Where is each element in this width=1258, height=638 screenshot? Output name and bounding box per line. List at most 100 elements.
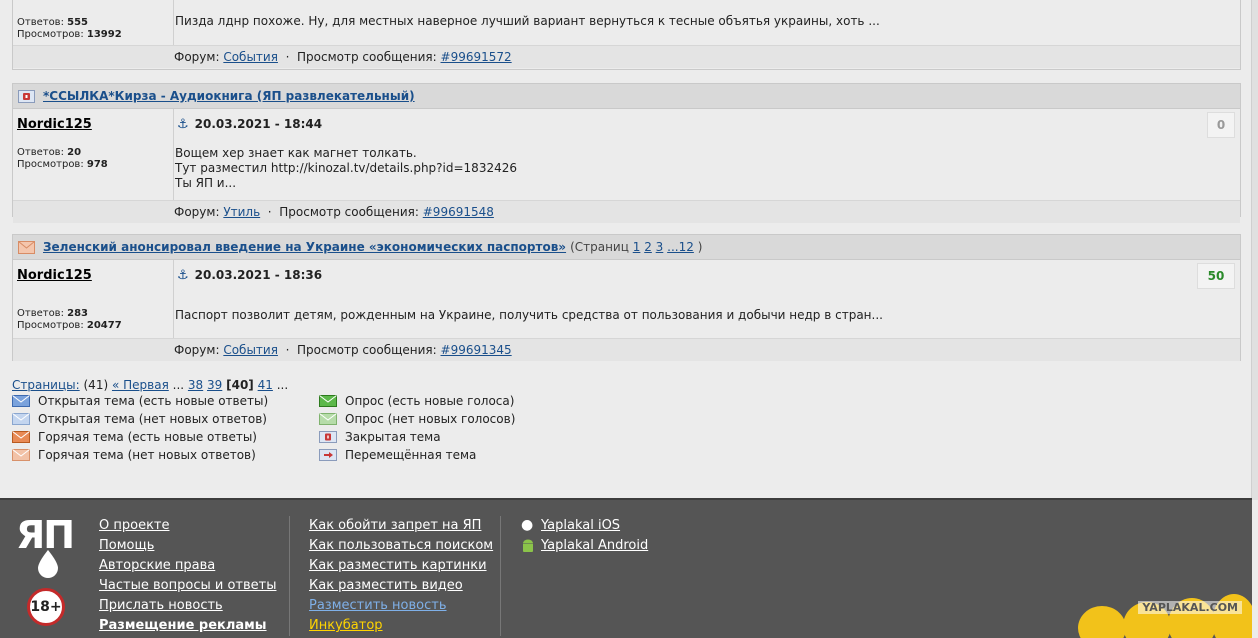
current-page: [40] bbox=[226, 378, 254, 392]
post-body-line: Вощем хер знает как магнет толкать. bbox=[175, 146, 417, 160]
pages-total: (41) bbox=[83, 378, 109, 392]
footer-link-help[interactable]: Помощь bbox=[99, 538, 154, 553]
message-link[interactable]: #99691345 bbox=[441, 343, 512, 357]
footer-link-post-news[interactable]: Разместить новость bbox=[309, 598, 447, 613]
footer-link-about[interactable]: О проекте bbox=[99, 518, 170, 533]
post-body-line: Пизда лднр похоже. Ну, для местных навер… bbox=[175, 14, 880, 28]
footer-link-send-news[interactable]: Прислать новость bbox=[99, 598, 223, 613]
forum-link[interactable]: Утиль bbox=[223, 205, 260, 219]
post-body: Вощем хер знает как магнет толкать. Тут … bbox=[175, 139, 1240, 200]
view-message-label: Просмотр сообщения: bbox=[279, 205, 419, 219]
hot-topic-icon bbox=[18, 240, 35, 254]
legend-item: Открытая тема (нет новых ответов) bbox=[12, 410, 267, 428]
topic-list: Ответов: 555 Просмотров: 13992 Пизда лдн… bbox=[0, 0, 1252, 498]
footer-link-copyright[interactable]: Авторские права bbox=[99, 558, 215, 573]
site-logo[interactable]: ЯП bbox=[16, 516, 82, 578]
page-scrollbar[interactable] bbox=[1251, 0, 1258, 500]
replies-label: Ответов: bbox=[17, 308, 64, 319]
legend-item: Горячая тема (нет новых ответов) bbox=[12, 446, 256, 464]
footer-link-images-help[interactable]: Как разместить картинки bbox=[309, 558, 487, 573]
legend-item: Опрос (нет новых голосов) bbox=[319, 410, 515, 428]
view-message-label: Просмотр сообщения: bbox=[297, 343, 437, 357]
topic-header: *ССЫЛКА*Кирза - Аудиокнига (ЯП развлекат… bbox=[13, 84, 1240, 109]
post-forum-row: Форум: События · Просмотр сообщения: #99… bbox=[13, 338, 1240, 361]
pages-suffix: ) bbox=[697, 240, 703, 254]
legend-item: Опрос (есть новые голоса) bbox=[319, 392, 514, 410]
footer-link-incubator[interactable]: Инкубатор bbox=[309, 618, 383, 633]
topic-page-link[interactable]: 3 bbox=[656, 240, 664, 254]
forum-link[interactable]: События bbox=[223, 343, 278, 357]
topic-page-link[interactable]: ...12 bbox=[667, 240, 694, 254]
apple-icon: ● bbox=[521, 517, 534, 533]
topic-post: Ответов: 555 Просмотров: 13992 Пизда лдн… bbox=[12, 0, 1241, 70]
post-body-line: Тут разместил http://kinozal.tv/details.… bbox=[175, 161, 517, 175]
post-forum-row: Форум: События · Просмотр сообщения: #99… bbox=[13, 45, 1240, 68]
author-link[interactable]: Nordic125 bbox=[17, 117, 92, 132]
post-date: 20.03.2021 - 18:44 bbox=[194, 117, 323, 131]
views-count: 13992 bbox=[86, 29, 122, 40]
forum-label: Форум: bbox=[174, 343, 220, 357]
forum-label: Форум: bbox=[174, 50, 220, 64]
topic-post: *ССЫЛКА*Кирза - Аудиокнига (ЯП развлекат… bbox=[12, 83, 1241, 223]
author-link[interactable]: Nordic125 bbox=[17, 268, 92, 283]
replies-label: Ответов: bbox=[17, 147, 64, 158]
post-body: Пизда лднр похоже. Ну, для местных навер… bbox=[174, 0, 1240, 45]
pages-label[interactable]: Страницы: bbox=[12, 378, 80, 392]
post-forum-row: Форум: Утиль · Просмотр сообщения: #9969… bbox=[13, 200, 1240, 223]
footer-link-ios[interactable]: Yaplakal iOS bbox=[541, 518, 620, 533]
footer-link-advertising[interactable]: Размещение рекламы bbox=[99, 618, 267, 633]
forum-link[interactable]: События bbox=[223, 50, 278, 64]
views-label: Просмотров: bbox=[17, 320, 84, 331]
views-count: 978 bbox=[86, 159, 108, 170]
android-icon bbox=[523, 539, 533, 552]
legend-item: Закрытая тема bbox=[319, 428, 441, 446]
droplet-icon bbox=[38, 550, 58, 578]
footer-link-search-help[interactable]: Как пользоваться поиском bbox=[309, 538, 493, 553]
pages-trail: ... bbox=[276, 378, 289, 392]
page-link-41[interactable]: 41 bbox=[258, 378, 273, 392]
views-label: Просмотров: bbox=[17, 159, 84, 170]
topic-title-link[interactable]: *ССЫЛКА*Кирза - Аудиокнига (ЯП развлекат… bbox=[43, 89, 415, 103]
post-rating: 50 bbox=[1197, 263, 1235, 289]
first-page-link[interactable]: « Первая bbox=[112, 378, 169, 392]
footer-link-video-help[interactable]: Как разместить видео bbox=[309, 578, 463, 593]
legend-label: Открытая тема (нет новых ответов) bbox=[38, 412, 267, 426]
legend-label: Горячая тема (нет новых ответов) bbox=[38, 448, 256, 462]
replies-label: Ответов: bbox=[17, 17, 64, 28]
topic-page-link[interactable]: 1 bbox=[633, 240, 641, 254]
hot-new-icon bbox=[12, 431, 30, 443]
message-link[interactable]: #99691548 bbox=[423, 205, 494, 219]
age-badge: 18+ bbox=[27, 588, 65, 626]
footer-link-bypass[interactable]: Как обойти запрет на ЯП bbox=[309, 518, 481, 533]
footer-divider bbox=[289, 516, 290, 636]
rating-value: 0 bbox=[1216, 118, 1226, 132]
footer-link-android[interactable]: Yaplakal Android bbox=[541, 538, 648, 553]
topic-pages: (Страниц 1 2 3 ...12 ) bbox=[570, 240, 702, 254]
moved-topic-icon bbox=[319, 449, 337, 461]
open-new-icon bbox=[12, 395, 30, 407]
legend-item: Перемещённая тема bbox=[319, 446, 476, 464]
page-link-39[interactable]: 39 bbox=[207, 378, 222, 392]
replies-count: 20 bbox=[67, 147, 82, 158]
views-count: 20477 bbox=[86, 320, 122, 331]
footer-link-faq[interactable]: Частые вопросы и ответы bbox=[99, 578, 276, 593]
legend-label: Опрос (нет новых голосов) bbox=[345, 412, 516, 426]
post-date: 20.03.2021 - 18:36 bbox=[194, 268, 323, 282]
corner-watermark: YAPLAKAL.COM bbox=[1138, 601, 1242, 614]
topic-page-link[interactable]: 2 bbox=[644, 240, 652, 254]
open-nonew-icon bbox=[12, 413, 30, 425]
view-message-label: Просмотр сообщения: bbox=[297, 50, 437, 64]
topic-title-link[interactable]: Зеленский анонсировал введение на Украин… bbox=[43, 240, 566, 254]
pages-ellipsis: ... bbox=[172, 378, 185, 392]
topic-post: Зеленский анонсировал введение на Украин… bbox=[12, 234, 1241, 361]
legend-label: Горячая тема (есть новые ответы) bbox=[38, 430, 257, 444]
anchor-icon[interactable]: ⚓ bbox=[177, 268, 189, 283]
message-link[interactable]: #99691572 bbox=[441, 50, 512, 64]
page-link-38[interactable]: 38 bbox=[188, 378, 203, 392]
replies-count: 283 bbox=[67, 308, 89, 319]
legend-item: Открытая тема (есть новые ответы) bbox=[12, 392, 268, 410]
rating-value: 50 bbox=[1207, 269, 1225, 283]
legend-item: Горячая тема (есть новые ответы) bbox=[12, 428, 257, 446]
anchor-icon[interactable]: ⚓ bbox=[177, 117, 189, 132]
post-body-line: Паспорт позволит детям, рожденным на Укр… bbox=[175, 308, 883, 322]
